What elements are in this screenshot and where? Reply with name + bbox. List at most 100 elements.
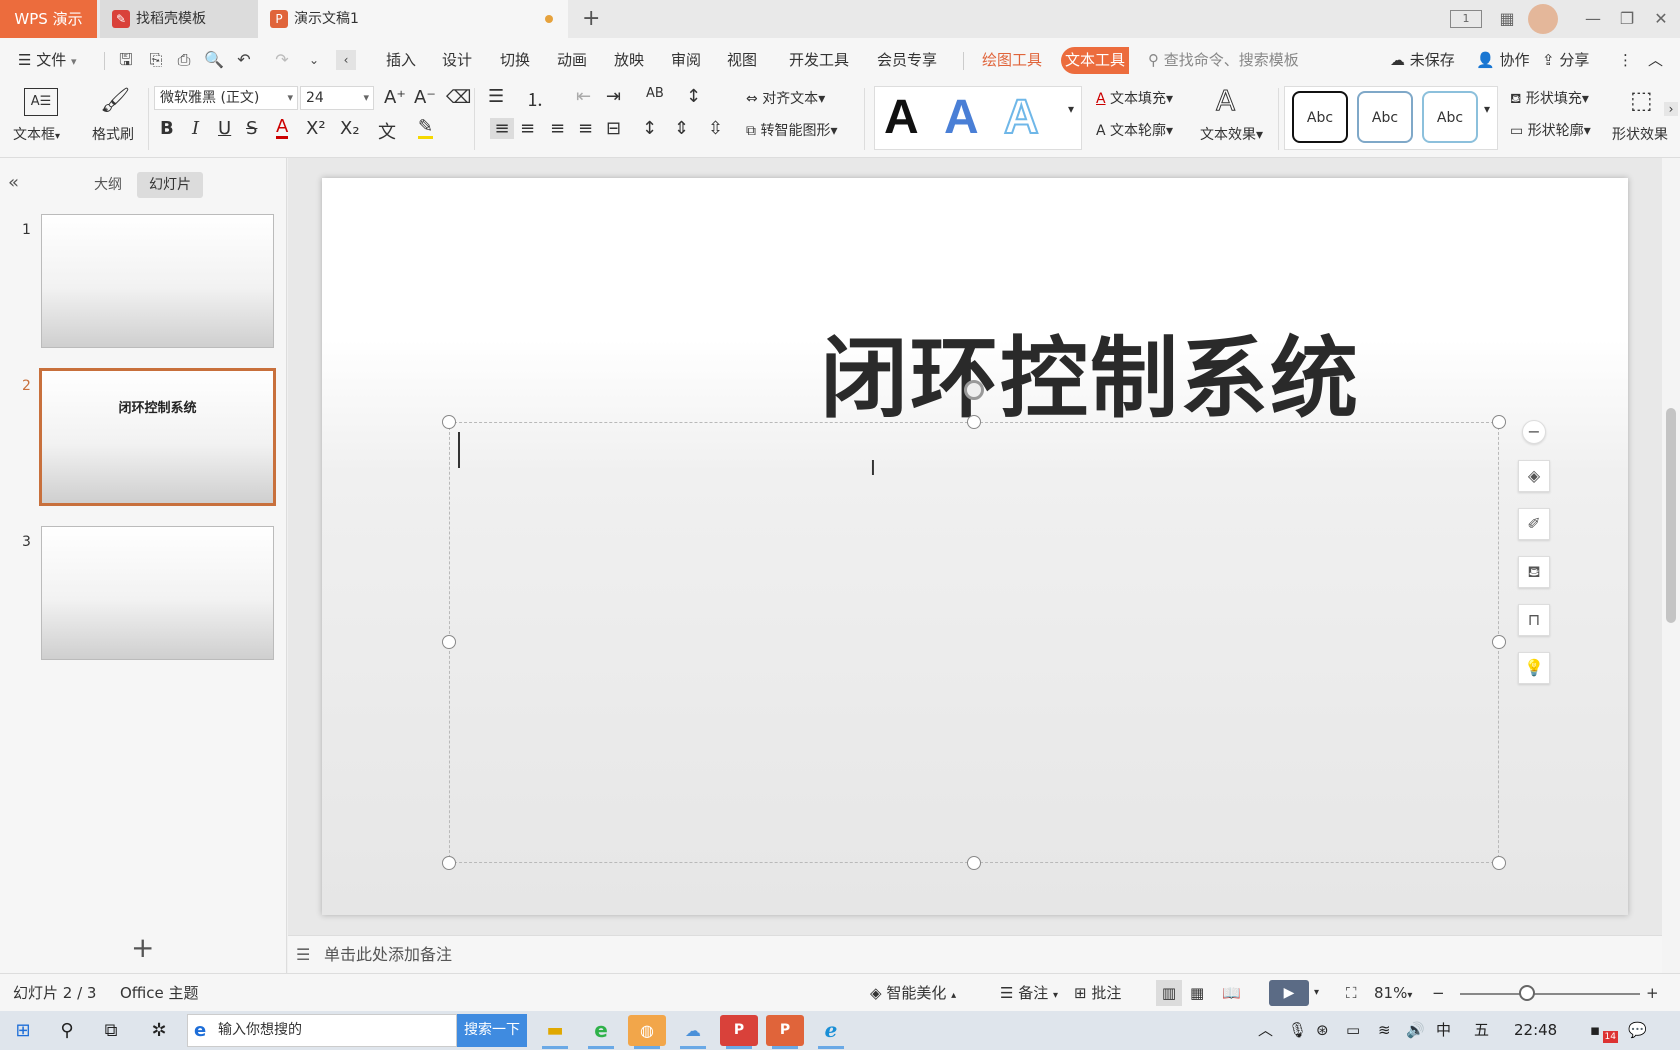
slide-sorter-icon[interactable]: ▦ (1190, 974, 1204, 1012)
gallery-more-icon[interactable]: ▾ (1068, 102, 1074, 116)
minimize-icon[interactable]: — (1576, 0, 1610, 38)
shape-effect-label[interactable]: 形状效果 (1612, 124, 1668, 144)
zoom-slider-knob[interactable] (1519, 985, 1535, 1001)
textbox-icon[interactable]: A☰ (24, 88, 58, 116)
command-search[interactable]: ⚲ 查找命令、搜索模板 (1148, 38, 1299, 82)
menu-design[interactable]: 设计 (442, 38, 472, 82)
menu-insert[interactable]: 插入 (386, 38, 416, 82)
resize-handle-nw[interactable] (442, 415, 456, 429)
taskbar-search-button[interactable]: 搜索一下 (457, 1014, 527, 1047)
wordart-style-black[interactable]: A (884, 90, 919, 146)
clock[interactable]: 22:48 (1514, 1011, 1557, 1050)
reading-view-icon[interactable]: 📖 (1222, 974, 1241, 1012)
phonetic-guide-icon[interactable]: 文 (378, 118, 396, 144)
shrink-font-icon[interactable]: A⁻ (414, 87, 436, 108)
font-family-select[interactable]: 微软雅黑 (正文) (154, 86, 298, 110)
bullet-list-icon[interactable]: ☰ (488, 86, 504, 107)
action-center-icon[interactable]: 💬 (1628, 1011, 1647, 1050)
menu-developer[interactable]: 开发工具 (789, 38, 849, 82)
volume-icon[interactable]: 🔊 (1406, 1011, 1425, 1050)
smart-beautify-button[interactable]: ◈ 智能美化 ▴ (870, 974, 956, 1015)
collapse-ribbon-icon[interactable]: ︿ (1648, 38, 1663, 82)
shape-style-3[interactable]: Abc (1422, 91, 1478, 143)
decrease-indent-icon[interactable]: ⇤ (576, 86, 591, 107)
format-painter-label[interactable]: 格式刷 (92, 124, 134, 144)
normal-view-icon[interactable]: ▥ (1156, 980, 1182, 1006)
menu-text-tools[interactable]: 文本工具 (1061, 47, 1129, 74)
bold-icon[interactable]: B (160, 118, 174, 139)
wordart-style-outline[interactable]: A (1003, 90, 1040, 146)
vertical-scrollbar[interactable] (1662, 158, 1680, 973)
strikethrough-icon[interactable]: S (246, 118, 257, 139)
menu-drawing-tools[interactable]: 绘图工具 (982, 38, 1042, 82)
fill-bucket-icon[interactable]: ⛾ (1518, 556, 1550, 588)
print-preview-icon[interactable]: 🔍 (204, 50, 224, 70)
window-layout-icon[interactable]: 1 (1450, 10, 1482, 28)
pdf-app-icon[interactable]: P (720, 1015, 758, 1049)
redo-icon[interactable]: ↷ (272, 50, 292, 70)
layers-icon[interactable]: ◈ (1518, 460, 1550, 492)
notification-badge-icon[interactable]: ▪ 14 (1580, 1011, 1618, 1050)
brush-icon[interactable]: ✐ (1518, 508, 1550, 540)
ime-language[interactable]: 中 (1436, 1011, 1451, 1050)
scrollbar-thumb[interactable] (1666, 408, 1676, 623)
smart-shape-button[interactable]: ⧉ 转智能图形▾ (746, 120, 837, 140)
numbered-list-icon[interactable]: ⒈ (526, 86, 544, 112)
resize-handle-e[interactable] (1492, 635, 1506, 649)
column-spacing-icon[interactable]: ⇳ (708, 118, 723, 139)
menu-view[interactable]: 视图 (727, 38, 757, 82)
avatar[interactable] (1528, 4, 1558, 34)
unsaved-status[interactable]: ☁ 未保存 (1390, 38, 1455, 82)
save-icon[interactable]: 🖫 (116, 50, 136, 70)
collapse-tools-icon[interactable]: − (1522, 420, 1546, 444)
theme-name[interactable]: Office 主题 (120, 974, 199, 1012)
shape-gallery-more-icon[interactable]: ▾ (1484, 102, 1490, 116)
text-effect-icon[interactable]: A (1215, 84, 1235, 118)
file-menu[interactable]: ☰ 文件 ▾ (18, 38, 77, 82)
shape-outline-button[interactable]: ▭ 形状轮廓▾ (1510, 120, 1591, 140)
paragraph-spacing-icon[interactable]: ⇕ (674, 118, 689, 139)
tray-chevron-up-icon[interactable]: ︿ (1258, 1011, 1273, 1050)
wps-presentation-icon[interactable]: P (766, 1015, 804, 1049)
slide-thumbnail-2[interactable]: 闭环控制系统 (39, 368, 276, 506)
app-pinned-icon[interactable]: ✲ (144, 1016, 174, 1046)
font-size-select[interactable]: 24 (300, 86, 374, 110)
justify-icon[interactable]: ≡ (578, 118, 593, 139)
browser-icon[interactable]: e (582, 1015, 620, 1049)
shape-effect-icon[interactable]: ⬚ (1630, 86, 1653, 114)
notes-toggle-button[interactable]: ☰ 备注 ▾ (1000, 974, 1058, 1015)
export-pdf-icon[interactable]: ⎘ (146, 50, 166, 70)
more-icon[interactable]: ⋮ (1618, 38, 1633, 82)
share-button[interactable]: ⇪ 分享 (1542, 38, 1589, 82)
taskbar-search-input[interactable]: e 输入你想搜的 (187, 1014, 457, 1047)
increase-indent-icon[interactable]: ⇥ (606, 86, 621, 107)
windows-start-icon[interactable]: ⊞ (8, 1016, 38, 1046)
add-slide-icon[interactable]: + (131, 934, 154, 962)
close-icon[interactable]: ✕ (1644, 0, 1678, 38)
grid-apps-icon[interactable]: ▦ (1490, 0, 1524, 38)
wifi-icon[interactable]: ≋ (1378, 1011, 1391, 1050)
file-explorer-icon[interactable]: ▬ (536, 1015, 574, 1049)
zoom-out-icon[interactable]: − (1432, 974, 1445, 1012)
menu-animation[interactable]: 动画 (557, 38, 587, 82)
edge-icon[interactable]: ℯ (812, 1015, 850, 1049)
textbox-button[interactable]: 文本框▾ (13, 124, 60, 144)
new-tab-icon[interactable]: + (582, 6, 600, 31)
shape-fill-button[interactable]: ⛾ 形状填充▾ (1510, 88, 1589, 109)
microphone-icon[interactable]: 🎙 (1288, 1011, 1307, 1050)
security-icon[interactable]: ⊛ (1316, 1011, 1329, 1050)
shape-style-2[interactable]: Abc (1357, 91, 1413, 143)
comments-button[interactable]: ⊞ 批注 (1074, 974, 1121, 1012)
customize-toolbar-icon[interactable]: ⌄ (304, 50, 324, 70)
text-fill-button[interactable]: A 文本填充▾ (1096, 88, 1173, 108)
superscript-icon[interactable]: X² (306, 118, 326, 139)
tab-outline[interactable]: 大纲 (82, 172, 134, 198)
line-spacing-icon[interactable]: ↕ (642, 118, 657, 139)
resize-handle-s[interactable] (967, 856, 981, 870)
text-effect-button[interactable]: 文本效果▾ (1200, 124, 1263, 144)
zoom-in-icon[interactable]: + (1646, 974, 1659, 1012)
align-text-button[interactable]: ⇔ 对齐文本▾ (746, 88, 825, 108)
menu-transition[interactable]: 切换 (500, 38, 530, 82)
border-icon[interactable]: ⊓ (1518, 604, 1550, 636)
zoom-slider[interactable] (1460, 993, 1640, 995)
